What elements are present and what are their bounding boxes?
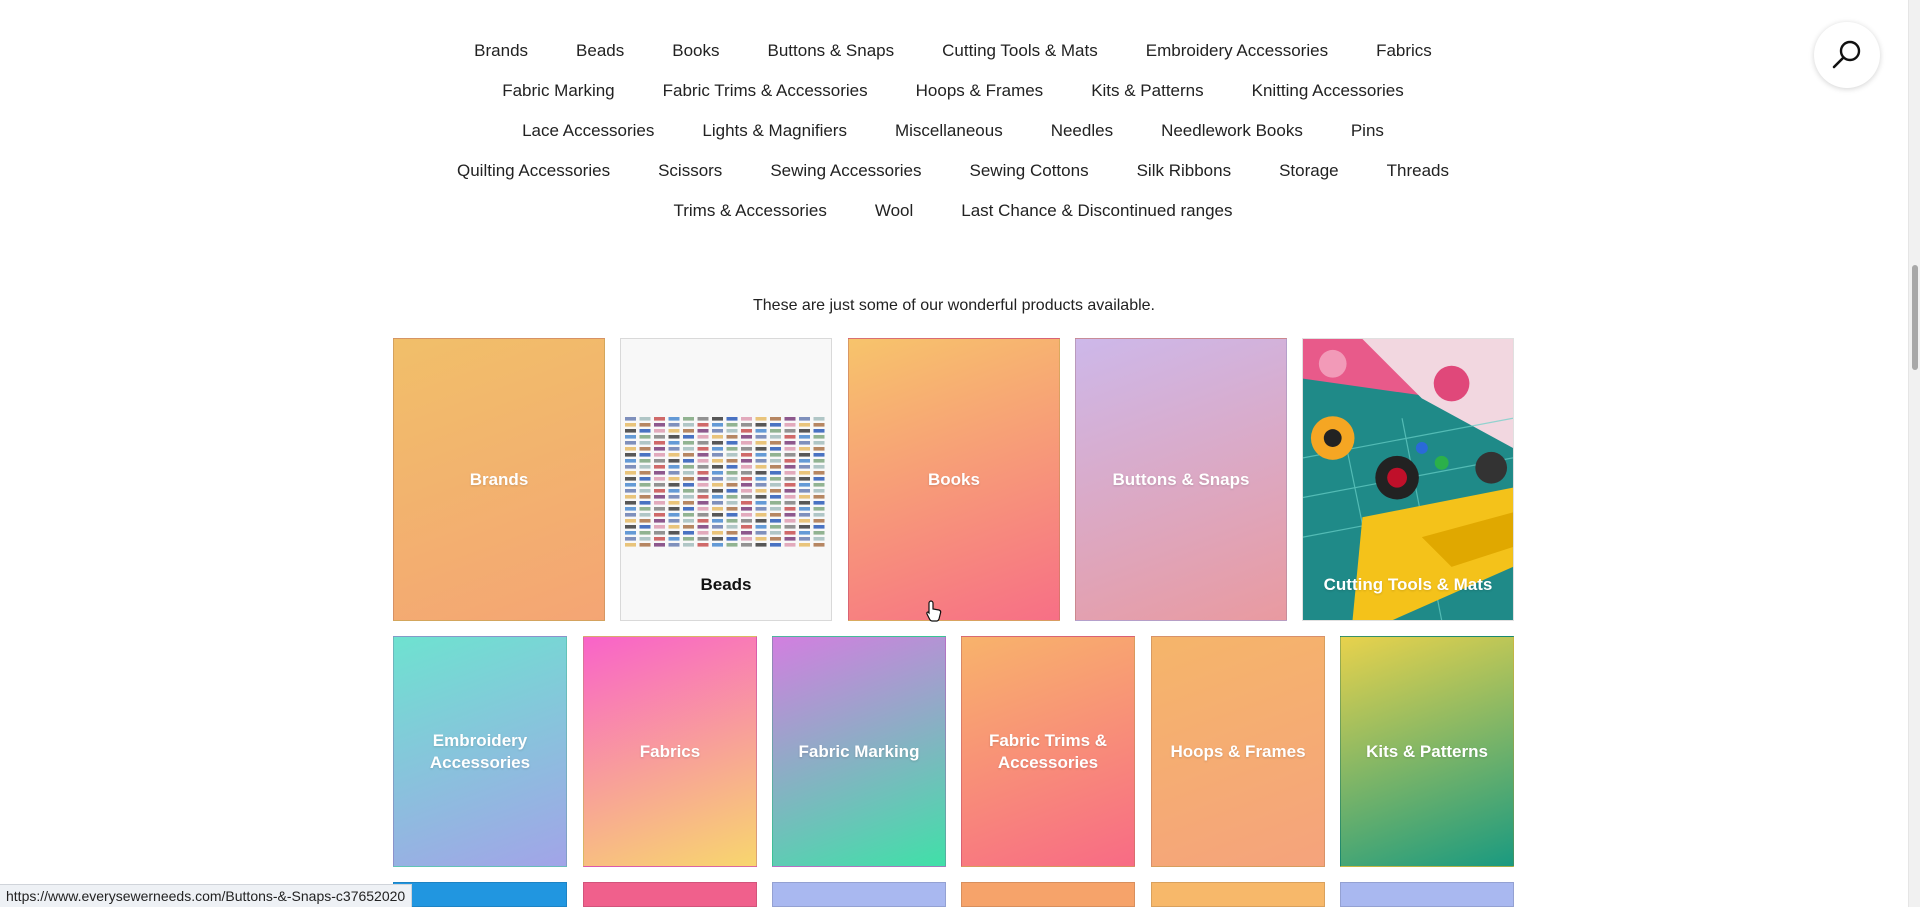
nav-link-threads[interactable]: Threads (1387, 160, 1449, 182)
nav-link-buttons-and-snaps[interactable]: Buttons & Snaps (768, 40, 895, 62)
nav-link-beads[interactable]: Beads (576, 40, 624, 62)
nav-link-lights-and-magnifiers[interactable]: Lights & Magnifiers (702, 120, 847, 142)
nav-link-lace-accessories[interactable]: Lace Accessories (522, 120, 654, 142)
nav-link-embroidery-accessories[interactable]: Embroidery Accessories (1146, 40, 1328, 62)
tile-label: Books (928, 469, 980, 489)
nav-link-needles[interactable]: Needles (1051, 120, 1113, 142)
category-tile-cutting-tools-and-mats[interactable]: Cutting Tools & Mats (1302, 338, 1514, 621)
nav-row: Fabric Marking Fabric Trims & Accessories… (393, 80, 1513, 102)
tile-label: Hoops & Frames (1170, 741, 1306, 761)
category-tile-brands[interactable]: Brands (393, 338, 605, 621)
search-icon (1832, 40, 1861, 69)
nav-link-trims-and-accessories[interactable]: Trims & Accessories (673, 200, 826, 222)
nav-row: Quilting Accessories Scissors Sewing Acces… (393, 160, 1513, 182)
search-button[interactable] (1814, 22, 1880, 88)
tile-label: Brands (469, 469, 529, 489)
category-tile-books[interactable]: Books (848, 338, 1060, 621)
nav-link-storage[interactable]: Storage (1279, 160, 1339, 182)
category-tile-partial[interactable] (772, 882, 946, 907)
nav-row: Lace Accessories Lights & Magnifiers Misce… (393, 120, 1513, 142)
tile-label: Kits & Patterns (1366, 741, 1488, 761)
tile-label: Buttons & Snaps (1112, 469, 1250, 489)
category-tile-embroidery-accessories[interactable]: Embroidery Accessories (393, 636, 567, 867)
category-tile-partial[interactable] (1151, 882, 1325, 907)
status-bar-url: https://www.everysewerneeds.com/Buttons-… (0, 884, 413, 907)
nav-link-scissors[interactable]: Scissors (658, 160, 722, 182)
nav-link-knitting-accessories[interactable]: Knitting Accessories (1252, 80, 1404, 102)
tile-label: Cutting Tools & Mats (1323, 575, 1493, 594)
category-tile-fabric-marking[interactable]: Fabric Marking (772, 636, 946, 867)
category-tile-partial[interactable] (583, 882, 757, 907)
nav-link-pins[interactable]: Pins (1351, 120, 1384, 142)
nav-link-silk-ribbons[interactable]: Silk Ribbons (1137, 160, 1232, 182)
category-tile-partial[interactable] (961, 882, 1135, 907)
category-tile-partial[interactable] (393, 882, 567, 907)
tile-label: Fabric Marking (798, 741, 920, 761)
tagline: These are just some of our wonderful pro… (753, 297, 1155, 314)
tile-label: Beads (700, 575, 752, 594)
nav-link-needlework-books[interactable]: Needlework Books (1161, 120, 1303, 142)
nav-link-fabric-trims-and-accessories[interactable]: Fabric Trims & Accessories (663, 80, 868, 102)
mouse-pointer-icon (926, 600, 942, 622)
category-tile-kits-and-patterns[interactable]: Kits & Patterns (1340, 636, 1514, 867)
nav-link-brands[interactable]: Brands (474, 40, 528, 62)
nav-link-fabric-marking[interactable]: Fabric Marking (502, 80, 614, 102)
page-scrollbar[interactable] (1908, 0, 1920, 907)
category-tile-fabric-trims-and-accessories[interactable]: Fabric Trims & Accessories (961, 636, 1135, 867)
nav-link-sewing-accessories[interactable]: Sewing Accessories (770, 160, 921, 182)
nav-link-books[interactable]: Books (672, 40, 719, 62)
tile-label: Fabrics (639, 741, 701, 761)
nav-link-sewing-cottons[interactable]: Sewing Cottons (970, 160, 1089, 182)
nav-link-last-chance-and-discontinued-ranges[interactable]: Last Chance & Discontinued ranges (961, 200, 1232, 222)
category-tile-partial[interactable] (1340, 882, 1514, 907)
category-tile-buttons-and-snaps[interactable]: Buttons & Snaps (1075, 338, 1287, 621)
category-tile-hoops-and-frames[interactable]: Hoops & Frames (1151, 636, 1325, 867)
tile-label: Embroidery Accessories (429, 730, 531, 772)
scrollbar-thumb[interactable] (1912, 265, 1918, 370)
nav-link-quilting-accessories[interactable]: Quilting Accessories (457, 160, 610, 182)
category-tile-beads[interactable]: Beads (620, 338, 832, 621)
nav-link-miscellaneous[interactable]: Miscellaneous (895, 120, 1003, 142)
nav-link-wool[interactable]: Wool (875, 200, 913, 222)
nav-link-kits-and-patterns[interactable]: Kits & Patterns (1091, 80, 1203, 102)
bead-chart-image (625, 417, 825, 547)
category-tile-fabrics[interactable]: Fabrics (583, 636, 757, 867)
nav-link-cutting-tools-and-mats[interactable]: Cutting Tools & Mats (942, 40, 1098, 62)
nav-link-fabrics[interactable]: Fabrics (1376, 40, 1432, 62)
nav-row: Brands Beads Books Buttons & Snaps Cutting T… (393, 40, 1513, 62)
tile-label: Fabric Trims & Accessories (988, 730, 1108, 772)
nav-link-hoops-and-frames[interactable]: Hoops & Frames (916, 80, 1044, 102)
nav-row: Trims & Accessories Wool Last Chance & Dis… (393, 200, 1513, 222)
category-nav: Brands Beads Books Buttons & Snaps Cutting T… (393, 40, 1513, 222)
